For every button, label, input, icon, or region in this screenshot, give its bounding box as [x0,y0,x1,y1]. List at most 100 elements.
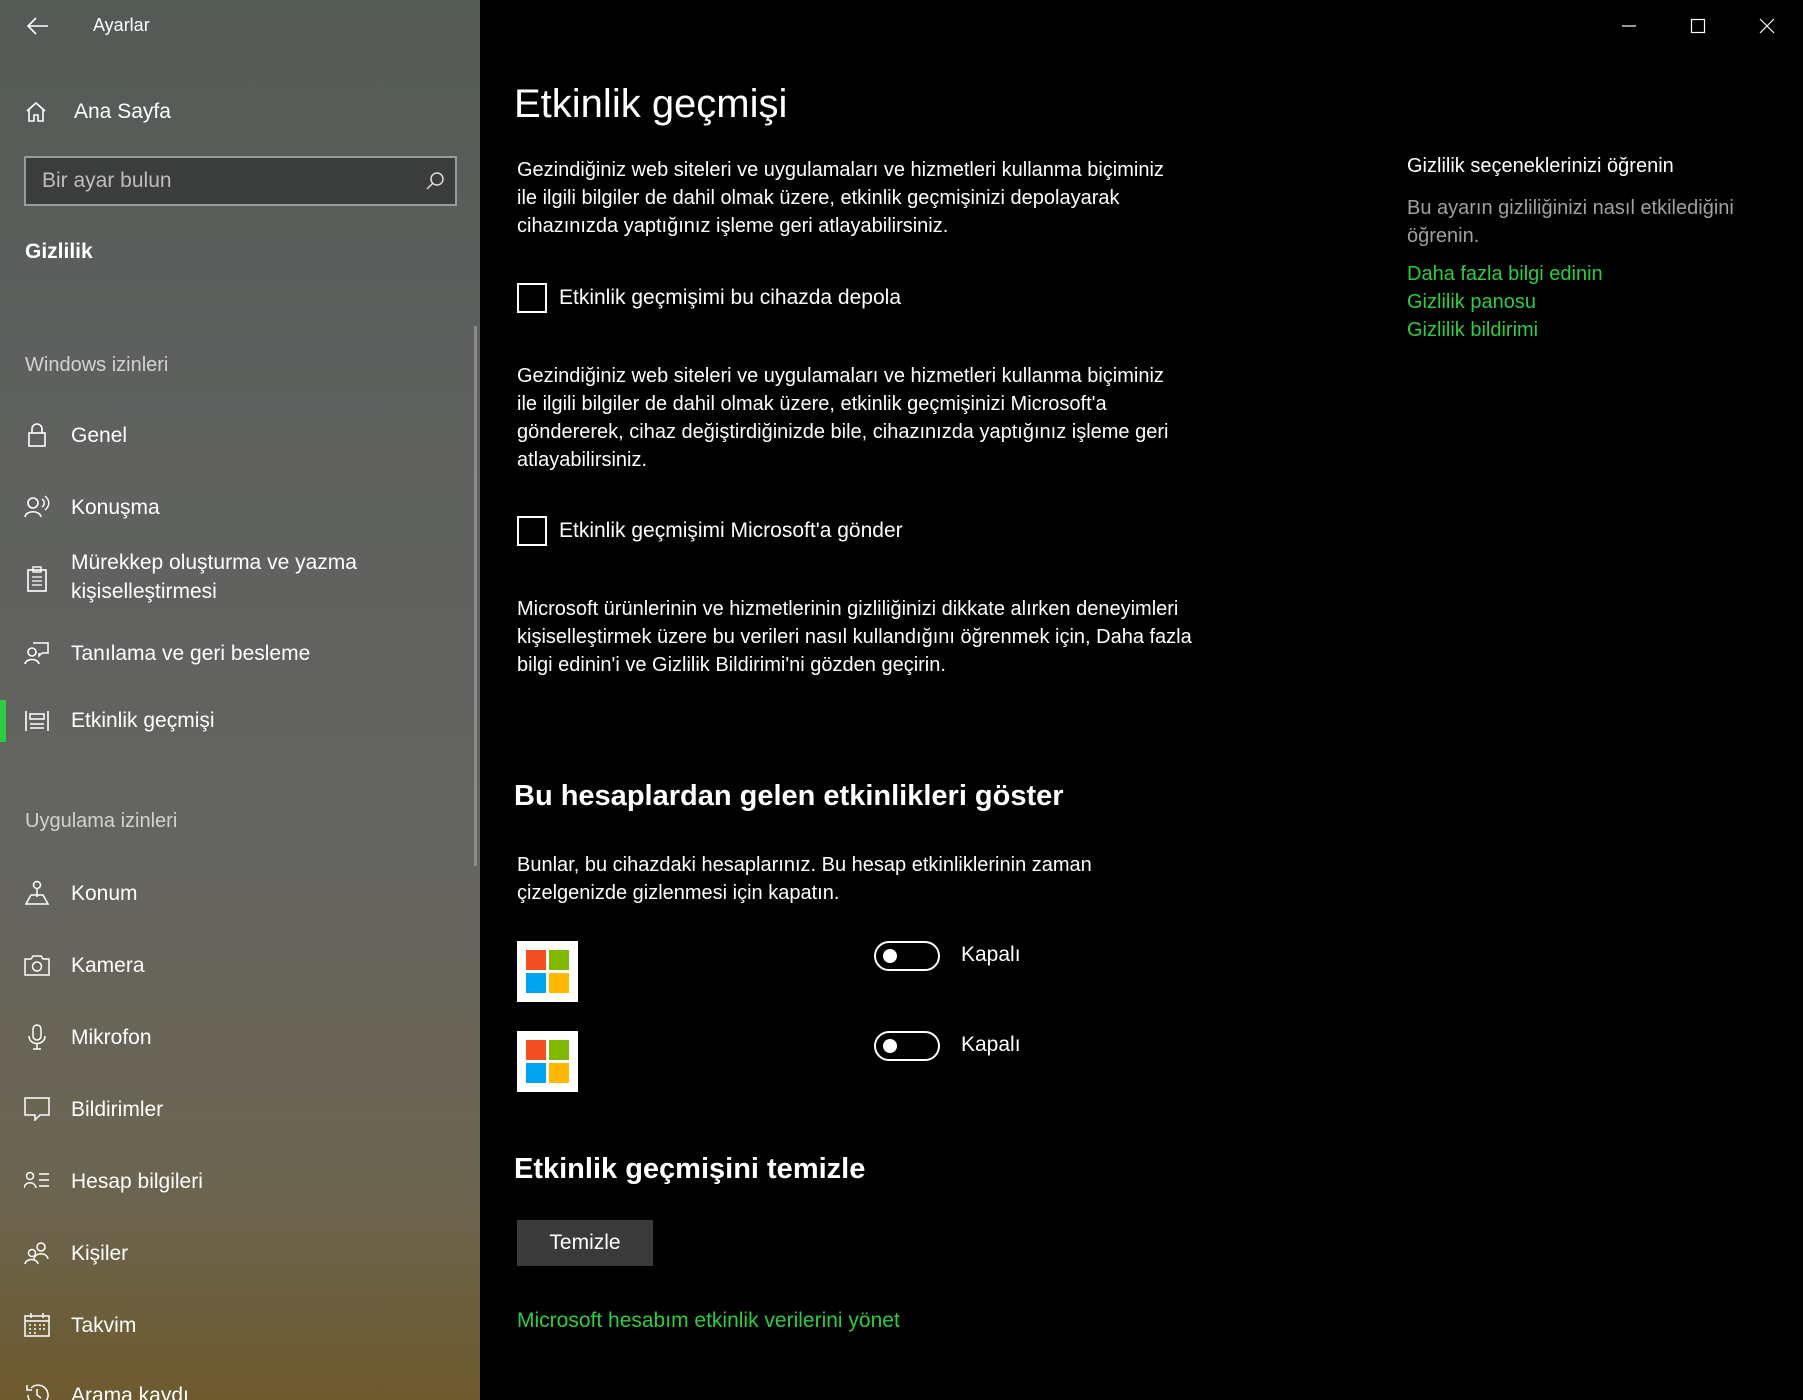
sidebar-item-label: Mürekkep oluşturma ve yazma kişiselleşti… [71,551,357,603]
main-content: Etkinlik geçmişi Gezindiğiniz web sitele… [480,0,1803,1400]
checkbox-box[interactable] [517,283,547,313]
sidebar-item-arama-kaydi[interactable]: Arama kaydı [0,1380,474,1400]
logo-square [549,973,569,993]
clipboard-icon [22,564,52,594]
account-toggle[interactable] [874,941,940,971]
checkbox-label: Etkinlik geçmişimi bu cihazda depola [559,286,901,309]
title-bar: Ayarlar [0,0,480,52]
sidebar-item-label: Bildirimler [71,1097,164,1121]
checkbox-label: Etkinlik geçmişimi Microsoft'a gönder [559,519,903,542]
sidebar-item-label: Genel [71,423,128,447]
sidebar-item-konum[interactable]: Konum [0,878,474,908]
speech-icon [22,492,52,522]
sidebar-item-label: Mikrofon [71,1025,152,1049]
close-icon [1759,18,1775,34]
back-arrow-icon [27,17,48,35]
toggle-knob [883,1039,897,1053]
group-windows-header: Windows izinleri [25,354,169,376]
logo-square [549,1040,569,1060]
sidebar-item-etkinlik-gecmisi[interactable]: Etkinlik geçmişi [0,700,474,742]
maximize-button[interactable] [1670,6,1726,46]
page-title: Etkinlik geçmişi [514,82,788,126]
sidebar-item-mikrofon[interactable]: Mikrofon [0,1022,474,1052]
app-title: Ayarlar [93,15,150,35]
clear-button[interactable]: Temizle [517,1220,653,1266]
home-link[interactable]: Ana Sayfa [24,92,171,132]
active-indicator [0,700,6,742]
sidebar-item-bildirimler[interactable]: Bildirimler [0,1094,474,1124]
privacy-dashboard-link[interactable]: Gizlilik panosu [1407,291,1536,313]
logo-square [549,950,569,970]
related-title: Gizlilik seçeneklerinizi öğrenin [1407,155,1674,177]
sidebar-item-konusma[interactable]: Konuşma [0,492,474,522]
close-button[interactable] [1739,6,1795,46]
back-button[interactable] [18,8,58,44]
toggle-knob [883,949,897,963]
logo-square [526,950,546,970]
account-toggle[interactable] [874,1031,940,1061]
sidebar-item-takvim[interactable]: Takvim [0,1310,474,1340]
account-row: Kapalı [517,941,1117,1003]
sidebar-item-murekkep[interactable]: Mürekkep oluşturma ve yazma kişiselleşti… [0,548,474,610]
toggle-state-label: Kapalı [961,1033,1021,1056]
microsoft-logo-icon [517,941,578,1002]
home-label: Ana Sayfa [74,100,171,123]
people-icon [22,1238,52,1268]
microphone-icon [22,1022,52,1052]
sidebar-item-label: Takvim [71,1313,137,1337]
location-icon [22,878,52,908]
feedback-icon [22,638,52,668]
logo-square [526,1040,546,1060]
minimize-button[interactable] [1601,6,1657,46]
notification-icon [22,1094,52,1124]
sidebar-item-tanilama[interactable]: Tanılama ve geri besleme [0,638,474,668]
description-store: Gezindiğiniz web siteleri ve uygulamalar… [517,159,1164,237]
account-info-icon [22,1166,52,1196]
accounts-title: Bu hesaplardan gelen etkinlikleri göster [514,780,1064,812]
sidebar-scrollbar[interactable] [474,326,477,866]
related-description: Bu ayarın gizliliğinizi nasıl etkilediği… [1407,197,1734,247]
clear-history-title: Etkinlik geçmişini temizle [514,1153,866,1185]
microsoft-logo-icon [517,1031,578,1092]
lock-icon [22,420,52,450]
checkbox-box[interactable] [517,516,547,546]
sidebar-item-label: Konuşma [71,495,160,519]
search-input[interactable] [26,158,415,204]
sidebar-item-label: Kişiler [71,1241,129,1265]
camera-icon [22,950,52,980]
sidebar-item-genel[interactable]: Genel [0,420,474,450]
timeline-icon [22,706,52,736]
history-icon [22,1380,52,1400]
calendar-icon [22,1310,52,1340]
description-privacy: Microsoft ürünlerinin ve hizmetlerinin g… [517,598,1192,676]
send-history-checkbox[interactable]: Etkinlik geçmişimi Microsoft'a gönder [517,516,903,546]
sidebar-item-hesap-bilgileri[interactable]: Hesap bilgileri [0,1166,474,1196]
sidebar-item-label: Hesap bilgileri [71,1169,203,1193]
sidebar-item-label: Tanılama ve geri besleme [71,641,311,665]
description-send: Gezindiğiniz web siteleri ve uygulamalar… [517,365,1169,471]
search-box [24,156,457,206]
search-icon[interactable] [415,158,455,204]
manage-activity-link[interactable]: Microsoft hesabım etkinlik verilerini yö… [517,1309,900,1333]
sidebar-item-label: Kamera [71,953,145,977]
related-panel: Gizlilik seçeneklerinizi öğrenin Bu ayar… [1407,152,1777,344]
sidebar: Ayarlar Ana Sayfa Gizlilik Windows izinl… [0,0,480,1400]
section-title: Gizlilik [25,240,93,263]
home-icon [26,101,46,122]
logo-square [549,1063,569,1083]
sidebar-item-kamera[interactable]: Kamera [0,950,474,980]
sidebar-item-label: Arama kaydı [71,1383,189,1400]
maximize-icon [1690,18,1706,34]
privacy-statement-link[interactable]: Gizlilik bildirimi [1407,319,1538,341]
minimize-icon [1622,25,1636,27]
account-row: Kapalı [517,1031,1117,1093]
logo-square [526,973,546,993]
sidebar-item-label: Etkinlik geçmişi [71,709,215,732]
group-apps-header: Uygulama izinleri [25,810,178,832]
sidebar-item-label: Konum [71,881,138,905]
logo-square [526,1063,546,1083]
sidebar-item-kisiler[interactable]: Kişiler [0,1238,474,1268]
accounts-description: Bunlar, bu cihazdaki hesaplarınız. Bu he… [517,854,1092,904]
learn-more-link[interactable]: Daha fazla bilgi edinin [1407,263,1603,285]
store-history-checkbox[interactable]: Etkinlik geçmişimi bu cihazda depola [517,283,901,313]
